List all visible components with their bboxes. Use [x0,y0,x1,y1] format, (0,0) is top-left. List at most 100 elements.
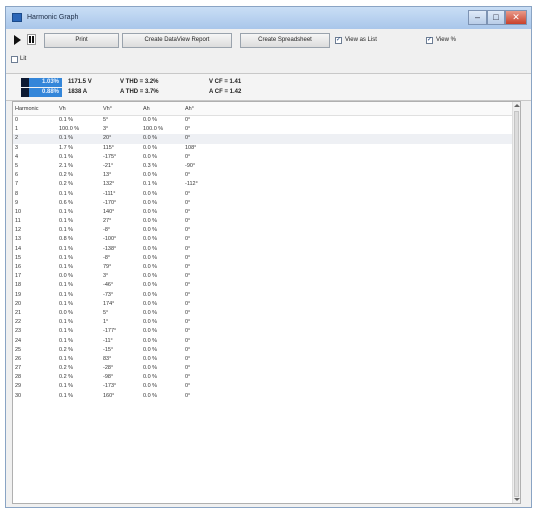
table-row[interactable]: 25 0.2 % -15° 0.0 % 0° [13,346,520,355]
table-row[interactable]: 27 0.2 % -28° 0.0 % 0° [13,364,520,373]
table-cell: 0° [185,319,191,326]
close-button[interactable]: ✕ [505,10,527,25]
minimize-button[interactable]: – [468,10,487,25]
table-cell: 1° [103,319,109,326]
harmonic-graph-window: Harmonic Graph – □ ✕ Print Create DataVi… [5,6,532,508]
table-cell: -15° [103,346,114,353]
table-cell: 0.1 % [59,135,74,142]
table-row[interactable]: 13 0.8 % -100° 0.0 % 0° [13,235,520,244]
table-cell: 0.1 % [59,291,74,298]
table-cell: -46° [103,282,114,289]
table-row[interactable]: 28 0.2 % -98° 0.0 % 0° [13,373,520,382]
view-percent-checkbox[interactable]: ✓ [426,37,433,44]
table-row[interactable]: 18 0.1 % -46° 0.0 % 0° [13,281,520,290]
current-thd: A THD = 3.7% [120,89,159,95]
table-row[interactable]: 8 0.1 % -111° 0.0 % 0° [13,190,520,199]
table-cell: 0.1 % [143,181,158,188]
table-cell: 0° [185,218,191,225]
table-cell: 0.0 % [143,392,158,399]
table-cell: 0.1 % [59,355,74,362]
table-row[interactable]: 0 0.1 % 5° 0.0 % 0° [13,116,520,125]
table-cell: 0.0 % [143,236,158,243]
table-cell: 0° [185,135,191,142]
table-row[interactable]: 16 0.1 % 79° 0.0 % 0° [13,263,520,272]
table-row[interactable]: 2 0.1 % 20° 0.0 % 0° [13,134,520,144]
table-cell: 9 [15,199,19,206]
column-header[interactable]: Vh [59,106,66,112]
maximize-button[interactable]: □ [487,10,505,25]
column-header[interactable]: Harmonic [15,106,39,112]
table-row[interactable]: 20 0.1 % 174° 0.0 % 0° [13,300,520,309]
table-cell: 0° [185,273,191,280]
play-icon[interactable] [14,35,21,45]
table-cell: 0.0 % [143,218,158,225]
harmonics-table[interactable]: Harmonic Vh Vh° Ah Ah° 0 0.1 % 5° 0.0 % 0° 1 1… [12,101,521,504]
view-as-list-checkbox[interactable]: ✓ [335,37,342,44]
table-cell: 0° [185,383,191,390]
column-header[interactable]: Ah [143,106,150,112]
app-icon [12,13,22,22]
table-row[interactable]: 7 0.2 % 132° 0.1 % -112° [13,180,520,189]
table-cell: 0.1 % [59,245,74,252]
table-cell: 0.0 % [143,365,158,372]
create-spreadsheet-button[interactable]: Create Spreadsheet [240,33,330,48]
table-row[interactable]: 19 0.1 % -73° 0.0 % 0° [13,291,520,300]
print-button[interactable]: Print [44,33,119,48]
table-row[interactable]: 14 0.1 % -138° 0.0 % 0° [13,245,520,254]
lit-checkbox[interactable] [11,56,18,63]
table-cell: 0.0 % [143,309,158,316]
create-dataview-report-button[interactable]: Create DataView Report [122,33,232,48]
table-cell: 28 [15,374,22,381]
table-row[interactable]: 29 0.1 % -173° 0.0 % 0° [13,382,520,391]
table-cell: -8° [103,254,111,261]
table-row[interactable]: 15 0.1 % -8° 0.0 % 0° [13,254,520,263]
table-row[interactable]: 11 0.1 % 27° 0.0 % 0° [13,217,520,226]
view-as-list-label: View as List [345,37,377,43]
table-row[interactable]: 23 0.1 % -177° 0.0 % 0° [13,327,520,336]
table-cell: 0.0 % [143,144,158,151]
table-row[interactable]: 1 100.0 % 3° 100.0 % 0° [13,125,520,134]
voltage-crest-factor: V CF = 1.41 [209,79,242,85]
table-row[interactable]: 5 2.1 % -21° 0.3 % -90° [13,162,520,171]
table-cell: -100° [103,236,117,243]
table-cell: 0° [185,245,191,252]
table-cell: 0.0 % [143,291,158,298]
table-cell: 5° [103,117,109,123]
table-cell: 20 [15,300,22,307]
title-bar[interactable]: Harmonic Graph – □ ✕ [6,7,531,29]
vertical-scrollbar[interactable] [512,102,520,503]
table-cell: 1.7 % [59,144,74,151]
table-cell: 0.1 % [59,328,74,335]
scroll-down-icon[interactable] [514,498,520,501]
scroll-up-icon[interactable] [514,104,520,107]
scrollbar-thumb[interactable] [514,111,519,497]
table-row[interactable]: 30 0.1 % 160° 0.0 % 0° [13,392,520,401]
table-row[interactable]: 17 0.0 % 3° 0.0 % 0° [13,272,520,281]
current-percent-badge: 0.88% [21,88,62,97]
table-row[interactable]: 6 0.2 % 13° 0.0 % 0° [13,171,520,180]
table-row[interactable]: 22 0.1 % 1° 0.0 % 0° [13,318,520,327]
column-header[interactable]: Vh° [103,106,112,112]
table-row[interactable]: 21 0.0 % 5° 0.0 % 0° [13,309,520,318]
table-cell: 0.1 % [59,208,74,215]
column-header[interactable]: Ah° [185,106,194,112]
table-cell: 0.1 % [59,218,74,225]
table-cell: 2.1 % [59,162,74,169]
table-cell: 0.2 % [59,172,74,179]
table-cell: 0.0 % [143,355,158,362]
table-row[interactable]: 3 1.7 % 115° 0.0 % 108° [13,144,520,153]
table-cell: -111° [103,190,116,197]
table-cell: 0.1 % [59,153,74,160]
table-row[interactable]: 12 0.1 % -8° 0.0 % 0° [13,226,520,235]
table-row[interactable]: 9 0.6 % -170° 0.0 % 0° [13,199,520,208]
table-row[interactable]: 4 0.1 % -175° 0.0 % 0° [13,153,520,162]
table-cell: 0.0 % [143,337,158,344]
table-row[interactable]: 26 0.1 % 83° 0.0 % 0° [13,355,520,364]
table-cell: 26 [15,355,22,362]
table-cell: 0° [185,236,191,243]
table-row[interactable]: 10 0.1 % 140° 0.0 % 0° [13,208,520,217]
table-row[interactable]: 24 0.1 % -11° 0.0 % 0° [13,337,520,346]
pause-icon[interactable] [27,34,36,45]
table-cell: 17 [15,273,22,280]
table-cell: 0° [185,337,191,344]
